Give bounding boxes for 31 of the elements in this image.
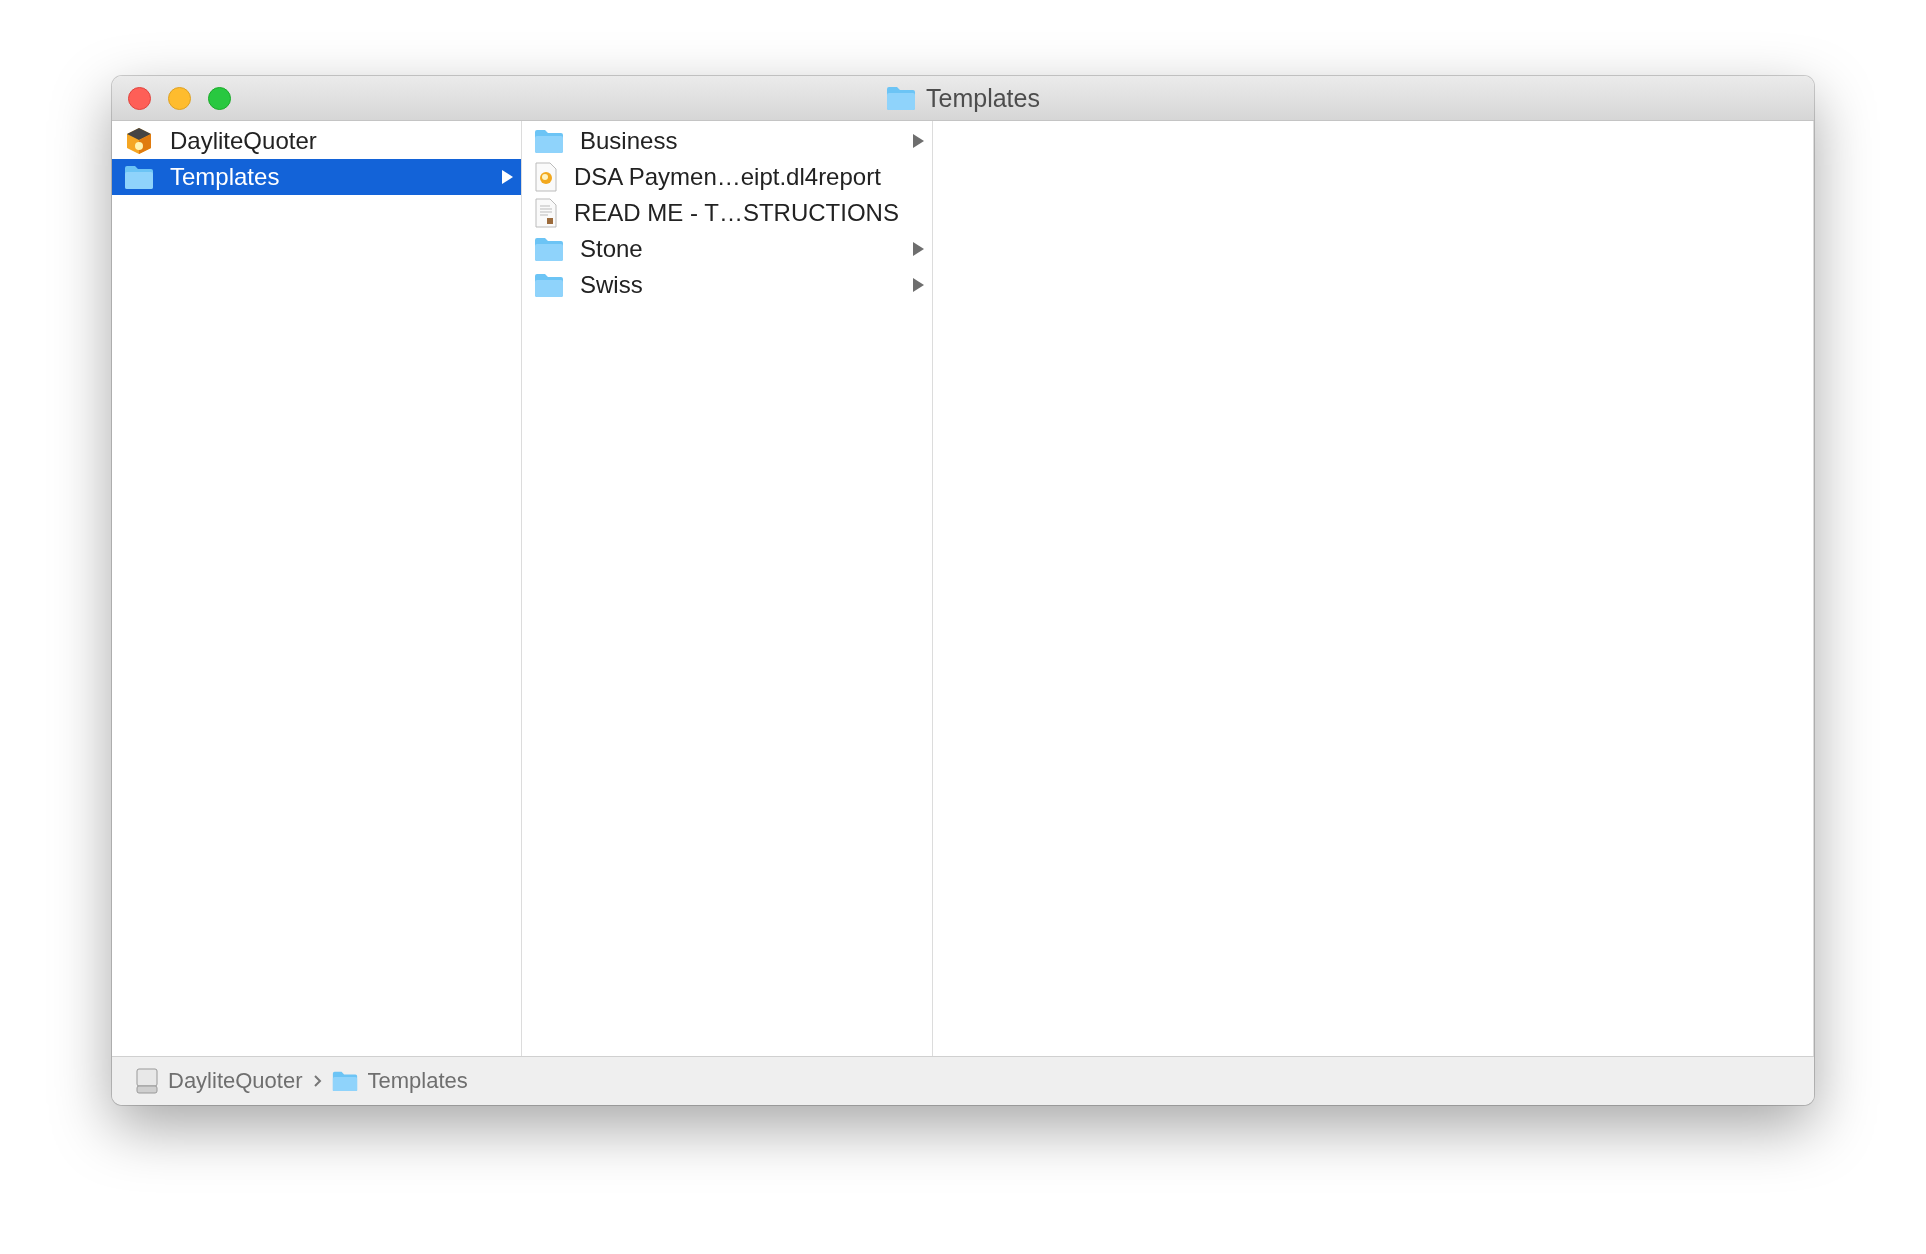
folder-icon	[124, 165, 154, 189]
file-name: DSA Paymen…eipt.dl4report	[574, 163, 882, 191]
file-name: Swiss	[580, 271, 644, 299]
file-name: Stone	[580, 235, 644, 263]
report-file-icon	[534, 162, 558, 192]
file-row[interactable]: Business	[522, 123, 932, 159]
document-icon	[534, 198, 558, 228]
file-row[interactable]: Swiss	[522, 267, 932, 303]
path-item[interactable]: Templates	[367, 1068, 468, 1094]
file-row[interactable]: READ ME - T…STRUCTIONS	[522, 195, 932, 231]
file-row[interactable]: Stone	[522, 231, 932, 267]
minimize-button[interactable]	[168, 87, 191, 110]
chevron-icon	[312, 1074, 322, 1088]
file-row[interactable]: DayliteQuoter	[112, 123, 521, 159]
folder-icon	[534, 273, 564, 297]
file-name: Templates	[170, 163, 281, 191]
file-row[interactable]: DSA Paymen…eipt.dl4report	[522, 159, 932, 195]
box-icon	[124, 126, 154, 156]
file-row[interactable]: Templates	[112, 159, 521, 195]
folder-icon	[534, 129, 564, 153]
file-name: READ ME - T…STRUCTIONS	[574, 199, 900, 227]
file-name: Business	[580, 127, 679, 155]
window-title: Templates	[926, 83, 1040, 113]
folder-icon	[331, 1070, 358, 1092]
close-button[interactable]	[128, 87, 151, 110]
folder-icon	[886, 86, 916, 110]
file-name: DayliteQuoter	[170, 127, 318, 155]
path-item[interactable]: DayliteQuoter	[168, 1068, 303, 1094]
zoom-button[interactable]	[208, 87, 231, 110]
disk-icon	[136, 1068, 158, 1094]
folder-icon	[534, 237, 564, 261]
